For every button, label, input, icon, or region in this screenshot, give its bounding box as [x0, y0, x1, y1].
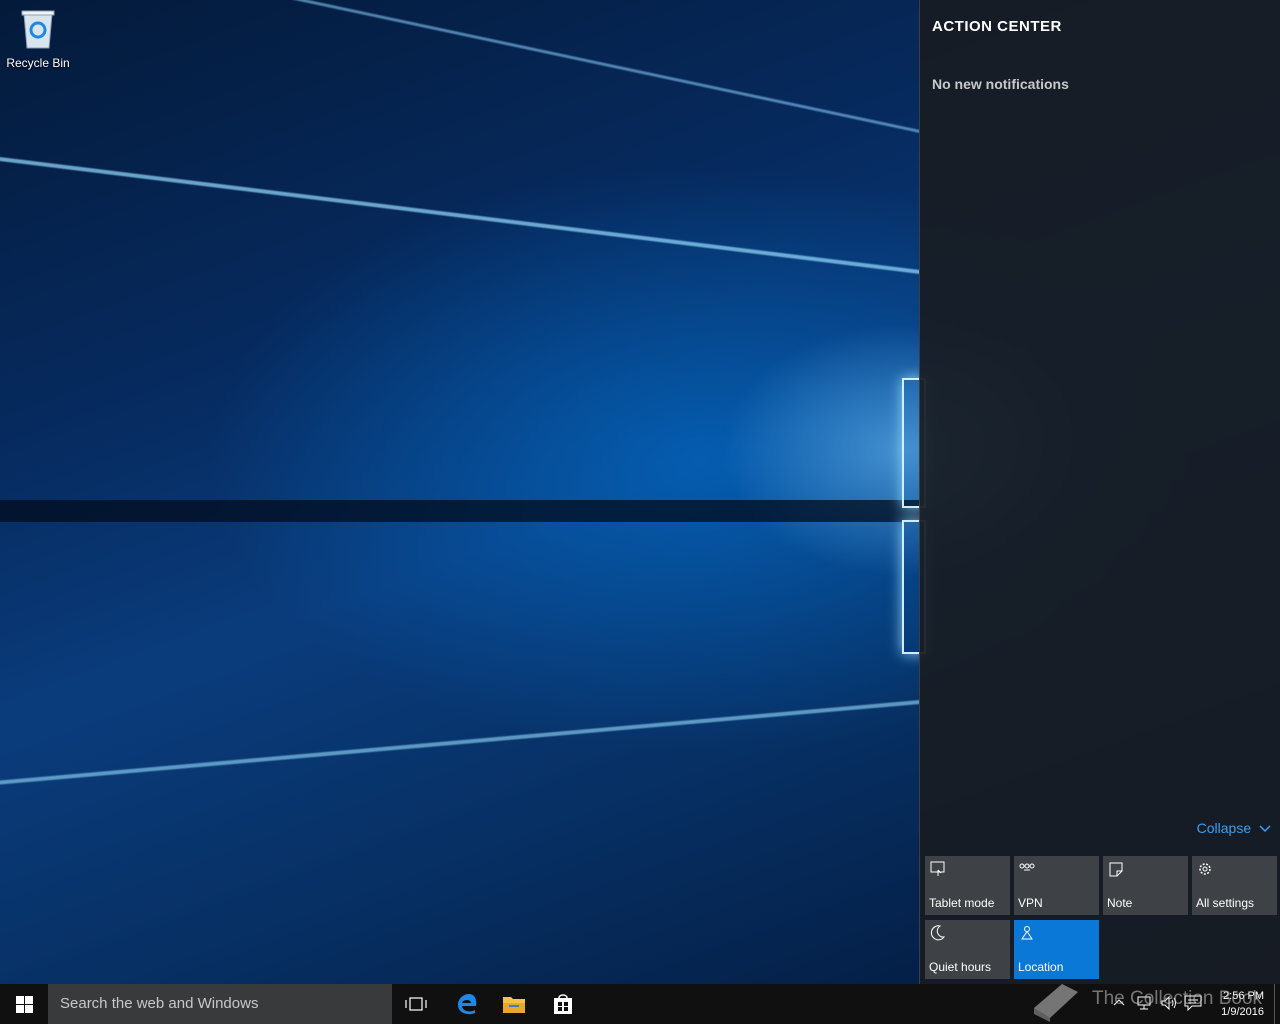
store-icon: [553, 993, 573, 1020]
watermark: The Collection Book: [1030, 974, 1280, 1024]
chevron-down-icon: [1259, 820, 1271, 836]
task-view-icon: [405, 997, 427, 1016]
vpn-icon: [1019, 861, 1035, 877]
file-explorer-button[interactable]: [490, 984, 538, 1024]
collapse-label: Collapse: [1196, 820, 1252, 836]
book-icon: [1030, 978, 1082, 1028]
search-input[interactable]: Search the web and Windows: [48, 984, 392, 1024]
windows-logo-icon: [16, 996, 33, 1018]
moon-icon: [930, 925, 946, 941]
recycle-bin-label: Recycle Bin: [6, 56, 70, 70]
quick-action-vpn[interactable]: VPN: [1014, 856, 1099, 915]
edge-icon: [456, 993, 478, 1020]
wallpaper-beam: [0, 0, 921, 133]
start-button[interactable]: [0, 984, 48, 1024]
quick-action-all-settings[interactable]: All settings: [1192, 856, 1277, 915]
collapse-button[interactable]: Collapse: [1197, 820, 1271, 836]
edge-button[interactable]: [442, 984, 490, 1024]
quick-action-tablet-mode[interactable]: Tablet mode: [925, 856, 1010, 915]
quick-action-quiet-hours[interactable]: Quiet hours: [925, 920, 1010, 979]
quick-action-note[interactable]: Note: [1103, 856, 1188, 915]
tile-label: Tablet mode: [929, 896, 995, 910]
wallpaper-shadow: [0, 500, 920, 522]
notifications-empty-message: No new notifications: [932, 76, 1069, 92]
watermark-text: The Collection Book: [1092, 988, 1263, 1009]
wallpaper-beam: [0, 700, 921, 790]
location-icon: [1019, 925, 1035, 941]
tile-label: Location: [1018, 960, 1064, 974]
quick-action-location[interactable]: Location: [1014, 920, 1099, 979]
tile-label: Quiet hours: [929, 960, 992, 974]
tile-label: All settings: [1196, 896, 1255, 910]
wallpaper-beam: [0, 150, 921, 274]
folder-icon: [503, 995, 525, 1018]
tile-label: VPN: [1018, 896, 1043, 910]
tile-label: Note: [1107, 896, 1133, 910]
action-center-panel: ACTION CENTER No new notifications Colla…: [919, 0, 1280, 984]
recycle-bin-icon: [18, 8, 58, 50]
recycle-bin-shortcut[interactable]: Recycle Bin: [4, 6, 72, 76]
task-view-button[interactable]: [392, 984, 440, 1024]
note-icon: [1108, 861, 1124, 877]
tablet-mode-icon: [930, 861, 946, 877]
search-placeholder: Search the web and Windows: [60, 995, 259, 1012]
gear-icon: [1197, 861, 1213, 877]
store-button[interactable]: [539, 984, 587, 1024]
action-center-title: ACTION CENTER: [932, 18, 1062, 35]
